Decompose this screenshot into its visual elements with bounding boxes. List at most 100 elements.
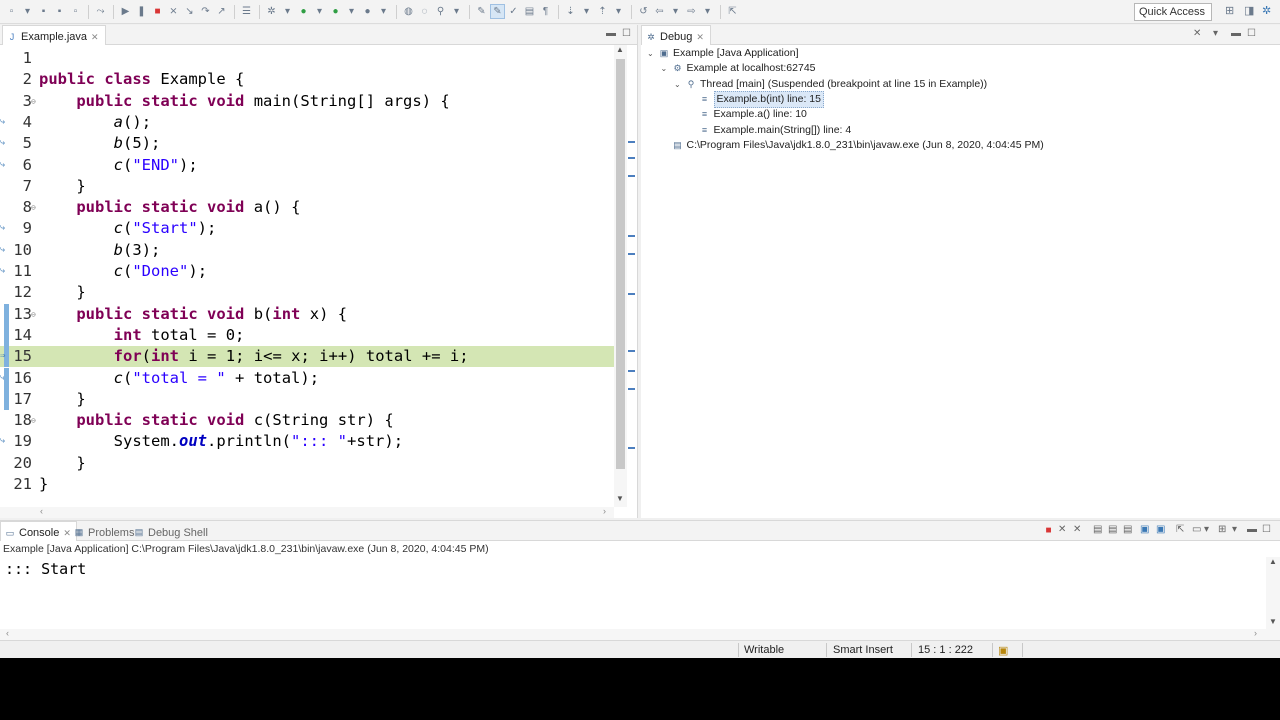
open-type-icon[interactable]: ◍ xyxy=(401,4,416,19)
back-icon[interactable]: ⇦ xyxy=(652,4,667,19)
debug-tree-item[interactable]: ≡ Example.b(int) line: 15 xyxy=(688,90,824,108)
expand-toggle-icon[interactable]: ⌄ xyxy=(661,61,669,76)
fold-toggle-icon[interactable]: ⊖ xyxy=(31,304,36,325)
overview-marker[interactable] xyxy=(628,293,635,295)
code-line[interactable]: 14 int total = 0; xyxy=(0,324,614,347)
code-line[interactable]: 20 } xyxy=(0,453,614,474)
dropdown-icon[interactable]: ▾ xyxy=(280,4,295,19)
status-insert-mode[interactable]: Smart Insert xyxy=(833,644,893,656)
dropdown-icon[interactable]: ▾ xyxy=(376,4,391,19)
scroll-up-icon[interactable]: ▲ xyxy=(1269,557,1277,566)
scroll-lock-icon[interactable]: ▤ xyxy=(1108,524,1117,535)
expand-toggle-icon[interactable]: ⌄ xyxy=(647,46,655,61)
debug-tree-item[interactable]: ≡ Example.main(String[]) line: 4 xyxy=(688,123,851,138)
editor-horizontal-scrollbar[interactable]: ‹ › xyxy=(0,506,614,518)
code-line[interactable]: 3 ⊖ public static void main(String[] args… xyxy=(0,91,614,112)
step-into-icon[interactable]: ↘ xyxy=(182,4,197,19)
scroll-left-icon[interactable]: ‹ xyxy=(40,506,43,516)
disconnect-icon[interactable]: ⨯ xyxy=(166,4,181,19)
overview-marker[interactable] xyxy=(628,350,635,352)
editor-vertical-scrollbar[interactable]: ▲ ▼ xyxy=(614,45,627,507)
dropdown-icon[interactable]: ▾ xyxy=(20,4,35,19)
code-line[interactable]: 2 public class Example { xyxy=(0,69,614,90)
scroll-down-icon[interactable]: ▼ xyxy=(1269,617,1277,626)
open-console-icon[interactable]: ⊞ xyxy=(1218,524,1226,535)
external-tools-icon[interactable]: ● xyxy=(360,4,375,19)
dropdown-icon[interactable]: ▾ xyxy=(668,4,683,19)
scroll-thumb[interactable] xyxy=(616,59,625,469)
block-select-icon[interactable]: ✓ xyxy=(506,4,521,19)
code-line[interactable]: 21} xyxy=(0,474,614,495)
show-on-stderr-icon[interactable]: ▣ xyxy=(1156,524,1165,535)
tab-example-java[interactable]: J Example.java ✕ xyxy=(2,25,106,45)
code-editor[interactable]: 1 2 public class Example {3 ⊖ public static… xyxy=(0,45,614,507)
open-folder-icon[interactable]: ◌ xyxy=(417,4,432,19)
overview-marker[interactable] xyxy=(628,253,635,255)
remove-launch-icon[interactable]: ✕ xyxy=(1058,524,1066,535)
overview-marker[interactable] xyxy=(628,447,635,449)
search-icon[interactable]: ⚲ xyxy=(433,4,448,19)
forward-icon[interactable]: ⇨ xyxy=(684,4,699,19)
print-icon[interactable]: ▫ xyxy=(68,4,83,19)
fold-toggle-icon[interactable]: ⊖ xyxy=(31,410,36,431)
close-icon[interactable]: ✕ xyxy=(696,32,704,43)
dropdown-icon[interactable]: ▾ xyxy=(611,4,626,19)
save-icon[interactable]: ▪ xyxy=(36,4,51,19)
suspend-icon[interactable]: ❚ xyxy=(134,4,149,19)
debug-tree-item[interactable]: ⌄ ⚲ Thread [main] (Suspended (breakpoint a… xyxy=(674,77,987,92)
dropdown-icon[interactable]: ▾ xyxy=(449,4,464,19)
code-line[interactable]: ⤷ 11 c("Done"); xyxy=(0,261,614,282)
tab-debug[interactable]: ✲ Debug ✕ xyxy=(641,25,711,45)
overview-marker[interactable] xyxy=(628,370,635,372)
breadcrumb-icon[interactable]: ▤ xyxy=(522,4,537,19)
pin-editor-icon[interactable]: ⇱ xyxy=(725,4,740,19)
scroll-right-icon[interactable]: › xyxy=(1254,628,1257,638)
dropdown-icon[interactable]: ▾ xyxy=(579,4,594,19)
tab-debug-shell[interactable]: ▤ Debug Shell xyxy=(130,521,213,541)
clear-console-icon[interactable]: ▤ xyxy=(1093,524,1102,535)
console-output[interactable]: ::: Start xyxy=(5,559,86,579)
dropdown-icon[interactable]: ▾ xyxy=(1204,524,1209,535)
fold-toggle-icon[interactable]: ⊖ xyxy=(31,197,36,218)
scroll-up-icon[interactable]: ▲ xyxy=(616,45,624,54)
debug-tree-item[interactable]: ≡ Example.a() line: 10 xyxy=(688,107,807,122)
overview-marker[interactable] xyxy=(628,235,635,237)
maximize-icon[interactable]: ☐ xyxy=(1247,28,1256,39)
scroll-down-icon[interactable]: ▼ xyxy=(616,494,624,503)
coverage-icon[interactable]: ● xyxy=(328,4,343,19)
code-line[interactable]: ⤷ 9 c("Start"); xyxy=(0,218,614,239)
resume-icon[interactable]: ▶ xyxy=(118,4,133,19)
open-perspective-icon[interactable]: ⊞ xyxy=(1225,4,1234,17)
terminate-icon[interactable]: ■ xyxy=(1041,523,1056,538)
terminate-icon[interactable]: ■ xyxy=(150,4,165,19)
scroll-left-icon[interactable]: ‹ xyxy=(6,628,9,638)
java-perspective-icon[interactable]: ◨ xyxy=(1244,4,1254,17)
remove-all-icon[interactable]: ✕ xyxy=(1073,524,1081,535)
code-line[interactable]: 12 } xyxy=(0,282,614,303)
debug-perspective-icon[interactable]: ✲ xyxy=(1262,4,1271,17)
prev-annotation-icon[interactable]: ⇡ xyxy=(595,4,610,19)
dropdown-icon[interactable]: ▾ xyxy=(700,4,715,19)
save-all-icon[interactable]: ▪ xyxy=(52,4,67,19)
code-line[interactable]: ⤷ 16 c("total = " + total); xyxy=(0,367,614,389)
code-line[interactable]: 18 ⊖ public static void c(String str) { xyxy=(0,410,614,431)
progress-icon[interactable]: ▣ xyxy=(998,644,1008,657)
quick-access-field[interactable]: Quick Access xyxy=(1134,3,1212,21)
remove-terminated-icon[interactable]: ✕ xyxy=(1193,28,1201,39)
fold-toggle-icon[interactable]: ⊖ xyxy=(31,91,36,112)
step-return-icon[interactable]: ↗ xyxy=(214,4,229,19)
overview-marker[interactable] xyxy=(628,388,635,390)
console-vertical-scrollbar[interactable]: ▲ ▼ xyxy=(1266,557,1280,640)
dropdown-icon[interactable]: ▾ xyxy=(312,4,327,19)
console-horizontal-scrollbar[interactable]: ‹ › xyxy=(0,628,1266,640)
toggle-highlight-icon[interactable]: ✎ xyxy=(490,4,505,19)
code-line[interactable]: ⤷ 5 b(5); xyxy=(0,133,614,154)
view-menu-icon[interactable]: ▾ xyxy=(1232,524,1237,535)
step-over-icon[interactable]: ↷ xyxy=(198,4,213,19)
overview-marker[interactable] xyxy=(628,175,635,177)
minimize-icon[interactable]: ▬ xyxy=(606,28,616,39)
dropdown-icon[interactable]: ▾ xyxy=(344,4,359,19)
debug-tree-item[interactable]: ⌄ ⚙ Example at localhost:62745 xyxy=(661,61,816,76)
new-icon[interactable]: ▫ xyxy=(4,4,19,19)
overview-marker[interactable] xyxy=(628,141,635,143)
